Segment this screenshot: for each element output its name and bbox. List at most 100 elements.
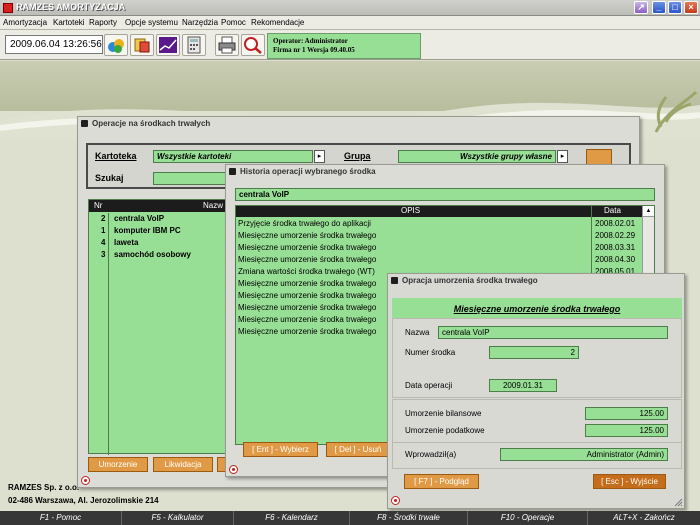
kartoteka-value: Wszystkie kartoteki (157, 152, 232, 161)
row-opis: Przyjęcie środka trwałego do aplikacji (238, 219, 371, 228)
minimize-icon[interactable]: _ (652, 1, 666, 14)
row-opis: Miesięczne umorzenie środka trwałego (238, 243, 377, 252)
col-nazwa-header: Nazw (203, 201, 224, 210)
firm-version: Firma nr 1 Wersja 09.40.05 (273, 46, 355, 54)
menu-opcje-systemu[interactable]: Opcje systemu (125, 18, 178, 27)
function-key-bar: F1 - Pomoc F5 - Kalkulator F6 - Kalendar… (0, 511, 700, 525)
app-icon (3, 3, 13, 13)
row-opis: Miesięczne umorzenie środka trwałego (238, 231, 377, 240)
row-data: 2008.02.01 (595, 219, 636, 228)
wprowadzil-label: Wprowadził(a) (405, 450, 457, 459)
fkey-f10-operacje[interactable]: F10 - Operacje (468, 511, 588, 525)
wybierz-button[interactable]: [ Ent ] - Wybierz (243, 442, 318, 457)
close-icon[interactable]: × (684, 1, 698, 14)
data-operacji-field: 2009.01.31 (489, 379, 557, 392)
table-row[interactable]: Przyjęcie środka trwałego do aplikacji 20… (238, 218, 642, 230)
depreciation-window-title: Opracja umorzenia środka trwałego (388, 274, 684, 287)
table-row[interactable]: Miesięczne umorzenie środka trwałego 2008… (238, 230, 642, 242)
chart-icon[interactable] (156, 34, 180, 56)
amounts-panel: Umorzenie bilansowe 125.00 Umorzenie pod… (392, 399, 682, 469)
umorzenie-button[interactable]: Umorzenie (88, 457, 148, 472)
kartoteka-label: Kartoteka (95, 151, 137, 161)
kartoteka-dropdown-arrow-icon[interactable]: ▸ (314, 150, 325, 163)
list-item[interactable]: 4 laweta (89, 237, 229, 249)
usun-button[interactable]: [ Del ] - Usuń (326, 442, 390, 457)
table-row[interactable]: Miesięczne umorzenie środka trwałego 2008… (238, 254, 642, 266)
grupa-label: Grupa (344, 151, 371, 161)
operations-window-title: Operacje na środkach trwałych (78, 117, 639, 130)
window-icon (81, 120, 88, 127)
history-window-title: Historia operacji wybranego środka (226, 165, 664, 178)
selected-asset-field: centrala VoIP (235, 188, 655, 201)
list-item[interactable]: 1 komputer IBM PC (89, 225, 229, 237)
ramzes-logo-icon (229, 465, 238, 474)
window-icon (391, 277, 398, 284)
table-row[interactable]: Miesięczne umorzenie środka trwałego 2008… (238, 242, 642, 254)
menu-amortyzacja[interactable]: Amortyzacja (3, 18, 47, 27)
item-name: laweta (114, 238, 139, 247)
menu-rekomendacje[interactable]: Rekomendacje (251, 18, 304, 27)
heading-panel: Miesięczne umorzenie środka trwałego (392, 298, 682, 318)
balls-icon[interactable] (104, 34, 128, 56)
item-nr: 1 (101, 226, 106, 235)
resize-grip-icon[interactable] (674, 498, 683, 507)
row-opis: Zmiana wartości środka trwałego (WT) (238, 267, 375, 276)
row-opis: Miesięczne umorzenie środka trwałego (238, 303, 377, 312)
history-title-text: Historia operacji wybranego środka (240, 167, 376, 176)
search-input[interactable] (153, 172, 228, 185)
extra-window-icon[interactable]: ↗ (634, 1, 648, 14)
nazwa-field: centrala VoIP (438, 326, 668, 339)
grupa-value: Wszystkie grupy własne (459, 152, 552, 161)
row-opis: Miesięczne umorzenie środka trwałego (238, 315, 377, 324)
printer-icon[interactable] (215, 34, 239, 56)
asset-info-panel: Nazwa centrala VoIP Numer środka 2 Data … (392, 318, 682, 398)
cards-icon[interactable] (130, 34, 154, 56)
calculator-icon[interactable] (182, 34, 206, 56)
assets-list: Nr Nazw 2 centrala VoIP 1 komputer IBM PC … (88, 199, 229, 455)
company-info: RAMZES Sp. z o.o. 02-486 Warszawa, Al. J… (8, 481, 159, 507)
kartoteka-select[interactable]: Wszystkie kartoteki (153, 150, 313, 163)
podglad-button[interactable]: [ F7 ] - Podgląd (404, 474, 479, 489)
scroll-up-icon[interactable]: ▲ (643, 206, 654, 217)
row-data: 2008.04.30 (595, 255, 636, 264)
menu-kartoteki[interactable]: Kartoteki (53, 18, 85, 27)
umorzenie-podatkowe-label: Umorzenie podatkowe (405, 426, 485, 435)
menu-pomoc[interactable]: Pomoc (221, 18, 246, 27)
menu-narzedzia[interactable]: Narzędzia (182, 18, 218, 27)
likwidacja-button[interactable]: Likwidacja (153, 457, 213, 472)
row-data: 2008.03.31 (595, 243, 636, 252)
fkey-f5-kalkulator[interactable]: F5 - Kalkulator (122, 511, 234, 525)
list-item[interactable]: 3 samochód osobowy (89, 249, 229, 261)
window-icon (229, 168, 236, 175)
grupa-select[interactable]: Wszystkie grupy własne (398, 150, 556, 163)
fkey-f8-srodki-trwale[interactable]: F8 - Środki trwałe (350, 511, 468, 525)
toolbar: 2009.06.04 13:26:56 Operator: Administra… (0, 30, 700, 60)
item-name: samochód osobowy (114, 250, 191, 259)
depreciation-heading: Miesięczne umorzenie środka trwałego (453, 304, 621, 314)
fkey-f6-kalendarz[interactable]: F6 - Kalendarz (234, 511, 350, 525)
preview-search-icon[interactable] (241, 34, 265, 56)
wyjscie-button[interactable]: [ Esc ] - Wyjście (593, 474, 666, 489)
fkey-f1-pomoc[interactable]: F1 - Pomoc (0, 511, 122, 525)
title-bar: RAMZES AMORTYZACJA ↗ _ □ × (0, 0, 700, 16)
menu-raporty[interactable]: Raporty (89, 18, 117, 27)
assets-list-header: Nr Nazw (89, 200, 229, 212)
numer-label: Numer środka (405, 348, 456, 357)
row-opis: Miesięczne umorzenie środka trwałego (238, 255, 377, 264)
col-opis-header: OPIS (401, 206, 421, 215)
nazwa-label: Nazwa (405, 328, 430, 337)
company-name: RAMZES Sp. z o.o. (8, 483, 80, 492)
maximize-icon[interactable]: □ (668, 1, 682, 14)
clock-display: 2009.06.04 13:26:56 (5, 35, 103, 54)
row-opis: Miesięczne umorzenie środka trwałego (238, 279, 377, 288)
ramzes-logo-icon (391, 496, 400, 505)
divider (393, 442, 681, 443)
wprowadzil-field: Administrator (Admin) (500, 448, 668, 461)
row-data: 2008.02.29 (595, 231, 636, 240)
list-item[interactable]: 2 centrala VoIP (89, 213, 229, 225)
col-nr-header: Nr (94, 201, 103, 210)
operations-title-text: Operacje na środkach trwałych (92, 119, 211, 128)
fkey-altx-zakoncz[interactable]: ALT+X - Zakończ (588, 511, 700, 525)
grupa-dropdown-arrow-icon[interactable]: ▸ (557, 150, 568, 163)
col-data-header: Data (604, 206, 621, 215)
